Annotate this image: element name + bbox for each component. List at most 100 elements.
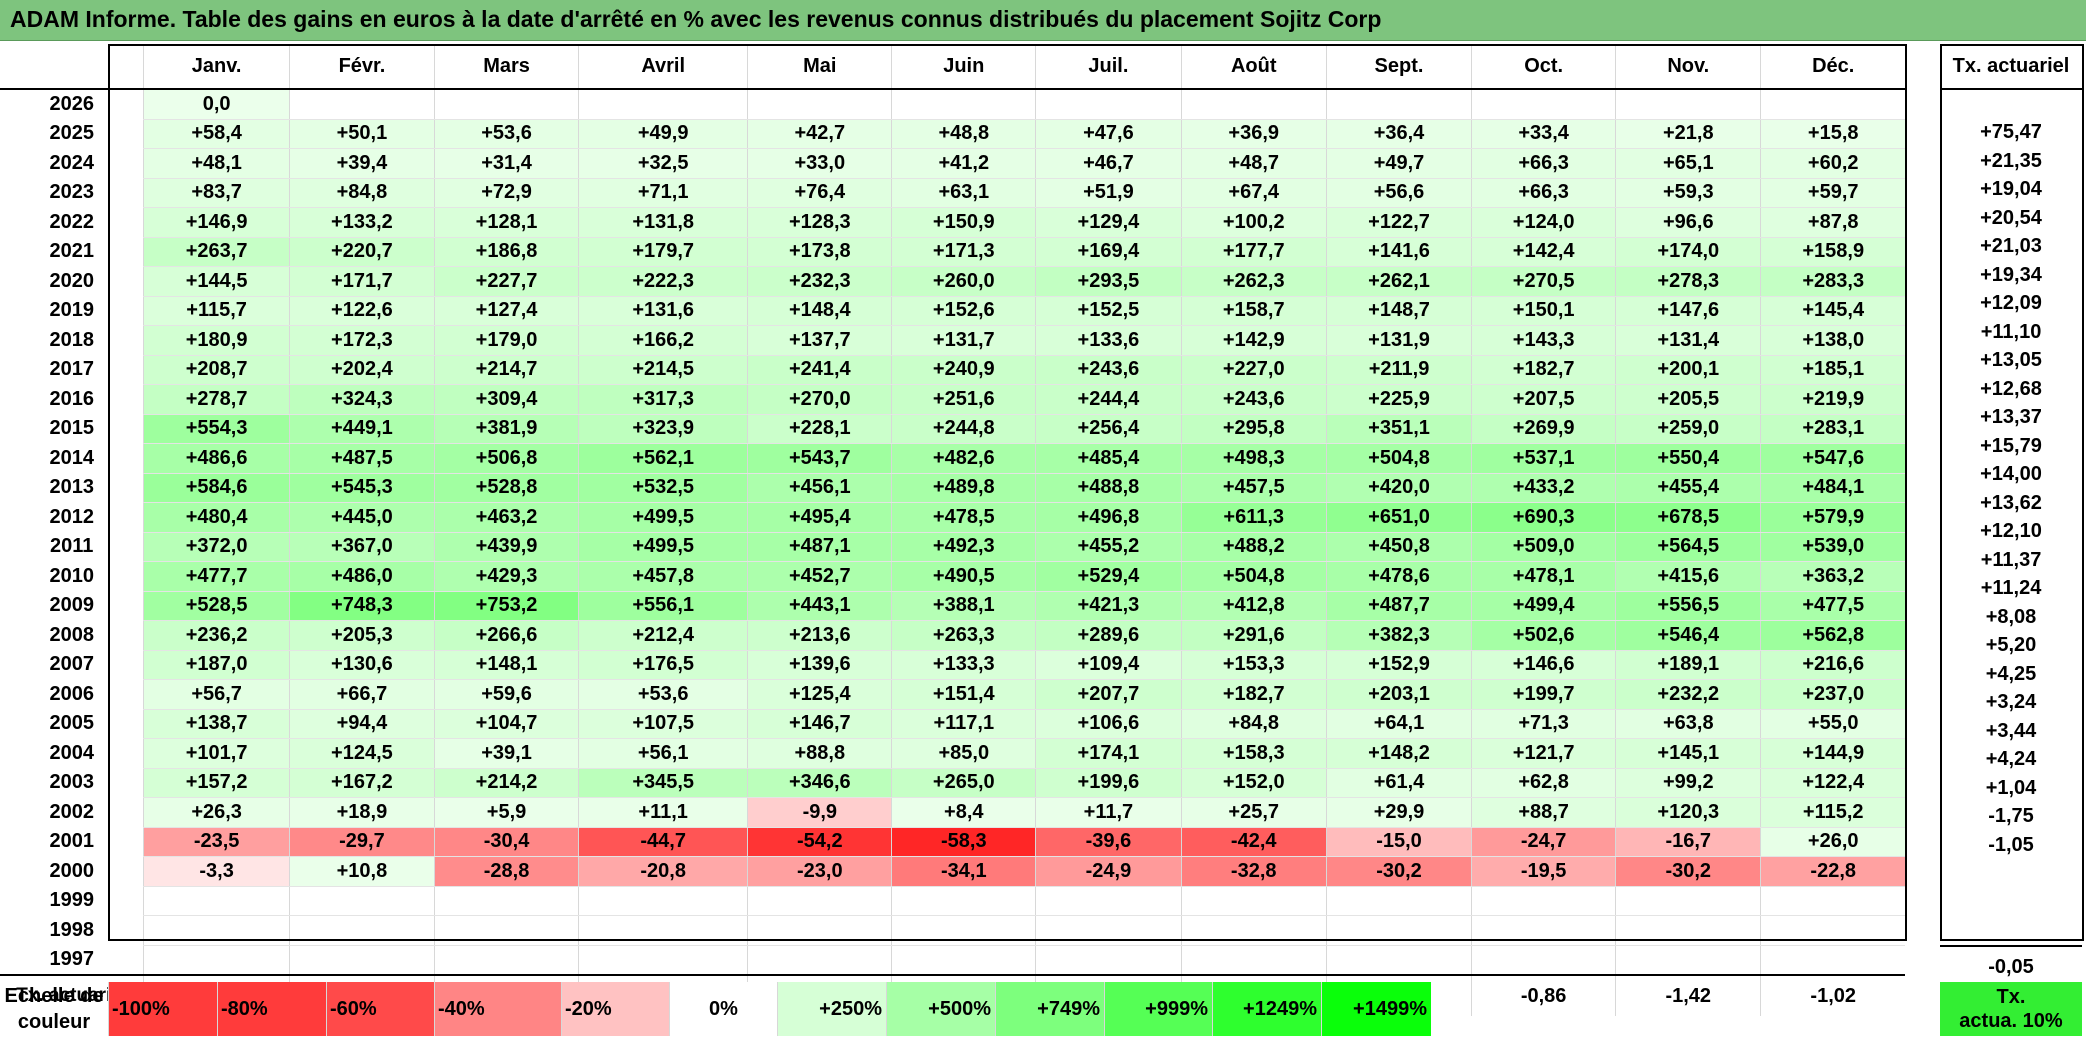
rate-table: Tx. actuariel +75,47 +21,35 +19,04 +20,54 +21… [1940,44,2082,987]
gain-cell: +381,9 [434,414,579,444]
gain-cell: +66,3 [1471,178,1616,208]
gain-cell: +498,3 [1180,443,1327,474]
gain-cell [1615,89,1761,120]
gain-cell: +99,2 [1615,768,1761,798]
gain-cell: +53,6 [578,679,748,710]
gain-cell: +127,4 [434,296,579,326]
gain-cell: +539,0 [1760,532,1905,562]
rate-row: -1,05 [1940,831,2082,860]
gain-cell: +309,4 [434,384,579,415]
gain-cell [747,945,892,976]
gain-cell: +87,8 [1760,207,1905,238]
gain-cell: +141,6 [1325,237,1472,267]
gain-cell: +171,3 [891,237,1036,267]
gain-cell [1035,89,1182,120]
gain-cell [143,886,290,916]
year-label: 1999 [49,889,94,912]
gains-table: Janv. Févr. Mars Avril Mai Juin Juil. Août Sept.… [0,44,1905,1016]
gain-cell: +317,3 [578,384,748,415]
legend-step: +999% [1104,982,1212,1036]
gain-cell: +388,1 [891,591,1036,621]
gain-cell: +753,2 [434,591,579,621]
legend-step: -80% [217,982,326,1036]
gain-cell: +130,6 [288,650,435,680]
gain-cell: +227,0 [1180,355,1327,385]
gain-cell: +133,3 [891,650,1036,680]
gain-cell: +121,7 [1471,738,1616,769]
table-row: 2014 +486,6 +487,5 +506,8 +562,1 +543,7 +482,6… [0,443,1905,474]
gain-cell: +41,2 [891,148,1036,179]
gain-cell: +455,4 [1615,473,1761,503]
gain-cell: +166,2 [578,325,748,356]
gain-cell [1760,89,1905,120]
gain-cell: +219,9 [1760,384,1905,415]
gain-cell: +131,8 [578,207,748,238]
gain-cell: +29,9 [1325,797,1472,828]
table-row: 2004 +101,7 +124,5 +39,1 +56,1 +88,8 +85,0 +174… [0,738,1905,769]
gain-cell: +125,4 [747,679,892,710]
gain-cell [1615,945,1761,976]
gain-cell: +10,8 [288,856,435,887]
gain-cell: +445,0 [288,502,435,533]
gain-cell: +63,1 [891,178,1036,208]
gain-cell [1471,89,1616,120]
gain-cell: -24,7 [1471,827,1616,857]
gain-cell: -9,9 [747,797,892,828]
gain-cell [1180,89,1327,120]
rate-cell: +19,34 [1980,263,2042,286]
table-row: 2019 +115,7 +122,6 +127,4 +131,6 +148,4 +152,6… [0,296,1905,326]
gain-cell [1035,945,1182,976]
gain-cell: +39,1 [434,738,579,769]
corner-cell [0,44,144,90]
gain-cell: +490,5 [891,561,1036,592]
gain-cell: +128,3 [747,207,892,238]
table-row: 2011 +372,0 +367,0 +439,9 +499,5 +487,1 +492,3… [0,532,1905,562]
gain-cell: -58,3 [891,827,1036,857]
gain-cell [1471,886,1616,916]
gain-cell: +182,7 [1471,355,1616,385]
table-row: 2013 +584,6 +545,3 +528,8 +532,5 +456,1 +489,8… [0,473,1905,503]
table-row: 2000 -3,3 +10,8 -28,8 -20,8 -23,0 -34,1 -24,9 -3… [0,856,1905,887]
gain-cell: +363,2 [1760,561,1905,592]
gain-cell: +180,9 [143,325,290,356]
rate-cell: +75,47 [1980,121,2042,144]
rate-cell: +11,24 [1980,577,2042,600]
gain-cell: +278,7 [143,384,290,415]
gain-cell: +214,7 [434,355,579,385]
gain-cell [891,886,1036,916]
gain-cell: +367,0 [288,532,435,562]
gain-cell [747,886,892,916]
gain-cell: +32,5 [578,148,748,179]
rate-row: +13,37 [1940,404,2082,433]
gain-cell: +457,8 [578,561,748,592]
gain-cell: +148,7 [1325,296,1472,326]
gain-cell: +137,7 [747,325,892,356]
gain-cell: +212,4 [578,620,748,651]
year-label: 2012 [49,505,94,528]
year-label: 2013 [49,476,94,499]
gain-cell: +452,7 [747,561,892,592]
gain-cell [1180,886,1327,916]
gain-cell: -23,0 [747,856,892,887]
table-row: 2005 +138,7 +94,4 +104,7 +107,5 +146,7 +117,1 +… [0,709,1905,739]
gain-cell [143,915,290,946]
gain-cell: +263,3 [891,620,1036,651]
gain-cell: +562,8 [1760,620,1905,651]
gain-cell: +295,8 [1180,414,1327,444]
year-label: 2023 [49,181,94,204]
rate-row: +12,68 [1940,375,2082,404]
rate-row [1940,888,2082,917]
gain-cell: +372,0 [143,532,290,562]
month-header: Mars [434,44,579,90]
rate-cell: +12,09 [1980,292,2042,315]
gain-cell: -34,1 [891,856,1036,887]
gain-cell: +53,6 [434,119,579,149]
gain-cell [1325,915,1472,946]
gain-cell [578,886,748,916]
gain-cell: +146,6 [1471,650,1616,680]
gain-cell: +415,6 [1615,561,1761,592]
legend-step: -60% [326,982,434,1036]
rate-cell: -1,75 [1988,805,2034,828]
table-row: 2012 +480,4 +445,0 +463,2 +499,5 +495,4 +478,5… [0,502,1905,533]
gain-cell: +499,4 [1471,591,1616,621]
